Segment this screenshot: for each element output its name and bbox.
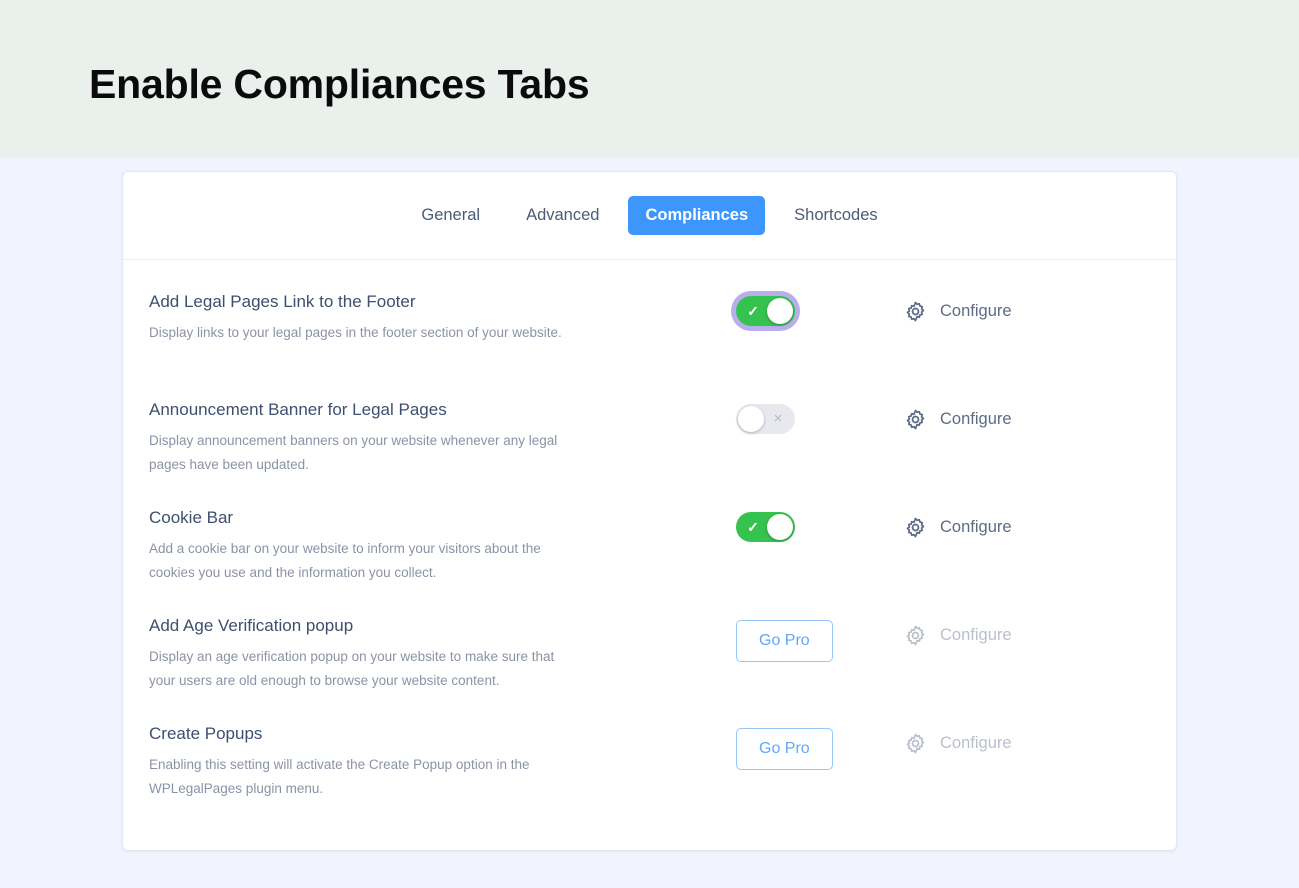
settings-card: General Advanced Compliances Shortcodes …	[122, 171, 1177, 851]
tab-general[interactable]: General	[404, 196, 497, 235]
setting-text: Add Legal Pages Link to the Footer Displ…	[149, 278, 714, 345]
setting-text: Create Popups Enabling this setting will…	[149, 710, 714, 800]
page-root: Enable Compliances Tabs General Advanced…	[0, 0, 1299, 888]
setting-description: Add a cookie bar on your website to info…	[149, 541, 541, 580]
toggle-cross-icon: ×	[773, 410, 783, 427]
settings-rows: Add Legal Pages Link to the Footer Displ…	[123, 260, 1176, 818]
setting-title: Add Legal Pages Link to the Footer	[149, 292, 416, 311]
setting-description: Display announcement banners on your web…	[149, 433, 558, 472]
configure-label: Configure	[940, 302, 1012, 321]
gear-icon	[904, 732, 927, 755]
page-title: Enable Compliances Tabs	[89, 61, 590, 107]
setting-title: Add Age Verification popup	[149, 616, 354, 635]
setting-control: ×	[714, 386, 904, 434]
setting-description: Enabling this setting will activate the …	[149, 757, 530, 796]
setting-row: Create Popups Enabling this setting will…	[123, 710, 1176, 818]
setting-description: Display an age verification popup on you…	[149, 649, 555, 688]
configure-button[interactable]: Configure	[904, 386, 1012, 431]
setting-control: Go Pro	[714, 710, 904, 770]
gear-icon	[904, 408, 927, 431]
toggle-announcement-banner-for-legal-pages[interactable]: ×	[736, 404, 795, 434]
hero-banner: Enable Compliances Tabs	[0, 0, 1299, 158]
tab-compliances[interactable]: Compliances	[628, 196, 766, 235]
configure-button[interactable]: Configure	[904, 494, 1012, 539]
toggle-knob	[738, 406, 764, 432]
setting-control: Go Pro	[714, 602, 904, 662]
configure-label: Configure	[940, 518, 1012, 537]
gear-icon	[904, 624, 927, 647]
setting-title: Create Popups	[149, 724, 263, 743]
configure-label: Configure	[940, 734, 1012, 753]
tab-shortcodes[interactable]: Shortcodes	[777, 196, 894, 235]
gear-icon	[904, 300, 927, 323]
toggle-check-icon: ✓	[747, 519, 759, 535]
setting-description: Display links to your legal pages in the…	[149, 325, 562, 341]
setting-row: Cookie Bar Add a cookie bar on your webs…	[123, 494, 1176, 602]
configure-button[interactable]: Configure	[904, 278, 1012, 323]
toggle-add-legal-pages-link-to-the-footer[interactable]: ✓	[736, 296, 795, 326]
setting-row: Add Legal Pages Link to the Footer Displ…	[123, 278, 1176, 386]
configure-button-disabled: Configure	[904, 710, 1012, 755]
toggle-knob	[767, 514, 793, 540]
setting-text: Cookie Bar Add a cookie bar on your webs…	[149, 494, 714, 584]
setting-text: Add Age Verification popup Display an ag…	[149, 602, 714, 692]
tab-bar: General Advanced Compliances Shortcodes	[123, 172, 1176, 260]
tab-advanced[interactable]: Advanced	[509, 196, 616, 235]
setting-row: Announcement Banner for Legal Pages Disp…	[123, 386, 1176, 494]
configure-button-disabled: Configure	[904, 602, 1012, 647]
setting-row: Add Age Verification popup Display an ag…	[123, 602, 1176, 710]
configure-label: Configure	[940, 626, 1012, 645]
gear-icon	[904, 516, 927, 539]
setting-text: Announcement Banner for Legal Pages Disp…	[149, 386, 714, 476]
configure-label: Configure	[940, 410, 1012, 429]
setting-title: Announcement Banner for Legal Pages	[149, 400, 447, 419]
setting-title: Cookie Bar	[149, 508, 234, 527]
toggle-knob	[767, 298, 793, 324]
toggle-cookie-bar[interactable]: ✓	[736, 512, 795, 542]
go-pro-button-age-verification[interactable]: Go Pro	[736, 620, 833, 662]
go-pro-button-create-popups[interactable]: Go Pro	[736, 728, 833, 770]
toggle-check-icon: ✓	[747, 303, 759, 319]
setting-control: ✓	[714, 278, 904, 326]
setting-control: ✓	[714, 494, 904, 542]
